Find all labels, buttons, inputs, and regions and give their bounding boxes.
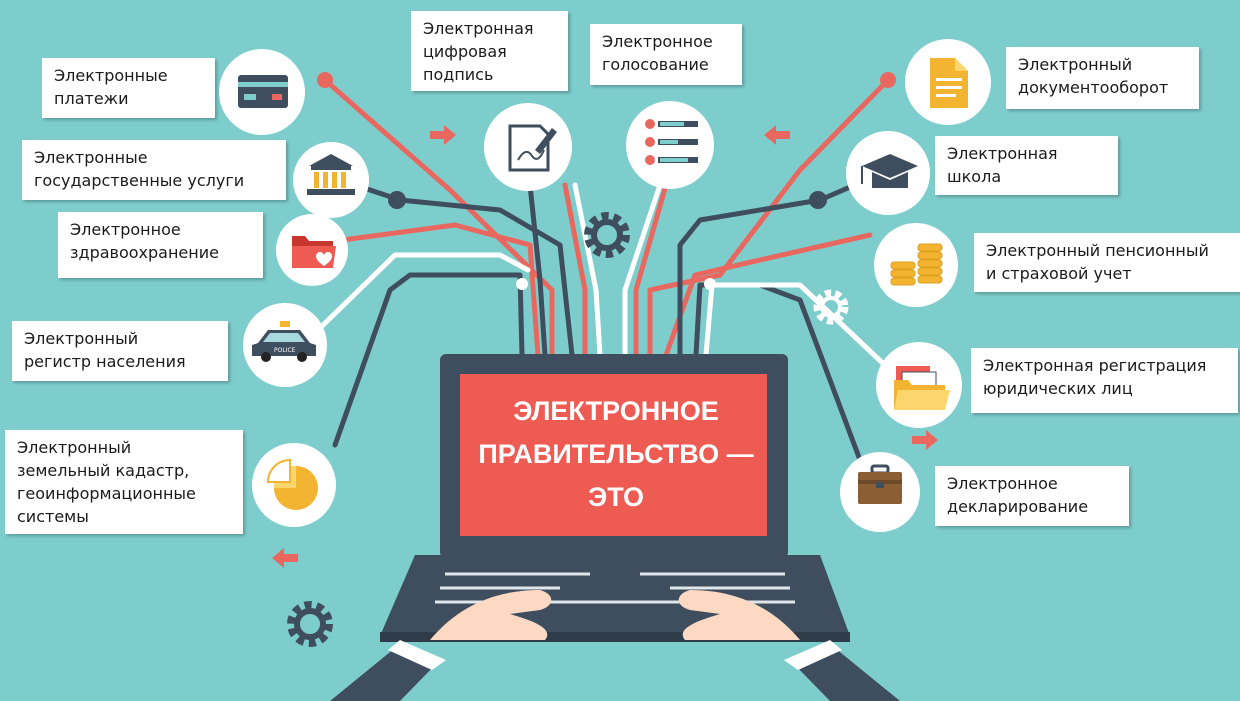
label-healthcare: Электронное здравоохранение	[58, 212, 263, 278]
arrow-right-icon	[912, 430, 938, 450]
gear-icon	[584, 212, 630, 258]
connector-node	[704, 278, 716, 290]
voting-list-icon	[645, 119, 698, 165]
arrow-right-icon	[430, 125, 456, 145]
label-digital-signature: Электронная цифровая подпись	[411, 11, 568, 91]
e-government-infographic: POLICE Электронные платежи Электронные г…	[0, 0, 1240, 701]
label-state-services: Электронные государственные услуги	[22, 140, 286, 200]
gear-icon	[287, 601, 333, 647]
connector-node	[516, 278, 528, 290]
label-population-register: Электронный регистр населения	[12, 321, 228, 381]
connector-node	[388, 191, 406, 209]
label-legal-registration: Электронная регистрация юридических лиц	[971, 348, 1238, 413]
payment-card-icon	[238, 75, 288, 108]
document-icon	[930, 58, 968, 108]
label-pension: Электронный пенсионный и страховой учет	[974, 233, 1240, 292]
gear-icon	[813, 289, 849, 325]
label-payments: Электронные платежи	[42, 58, 215, 118]
label-declaration: Электронное декларирование	[935, 466, 1129, 526]
label-document-flow: Электронный документооборот	[1006, 47, 1199, 109]
label-land-cadastre: Электронный земельный кадастр, геоинформ…	[5, 430, 243, 534]
label-voting: Электронное голосование	[590, 24, 742, 85]
connector-node	[809, 191, 827, 209]
connector-node	[880, 72, 896, 88]
arrow-left-icon	[764, 125, 790, 145]
label-school: Электронная школа	[935, 136, 1118, 195]
svg-text:POLICE: POLICE	[274, 347, 296, 354]
screen-title: ЭЛЕКТРОННОЕ ПРАВИТЕЛЬСТВО — ЭТО	[478, 396, 754, 512]
connector-node	[317, 72, 333, 88]
connector-line	[315, 252, 531, 333]
arrow-left-icon	[272, 548, 298, 568]
